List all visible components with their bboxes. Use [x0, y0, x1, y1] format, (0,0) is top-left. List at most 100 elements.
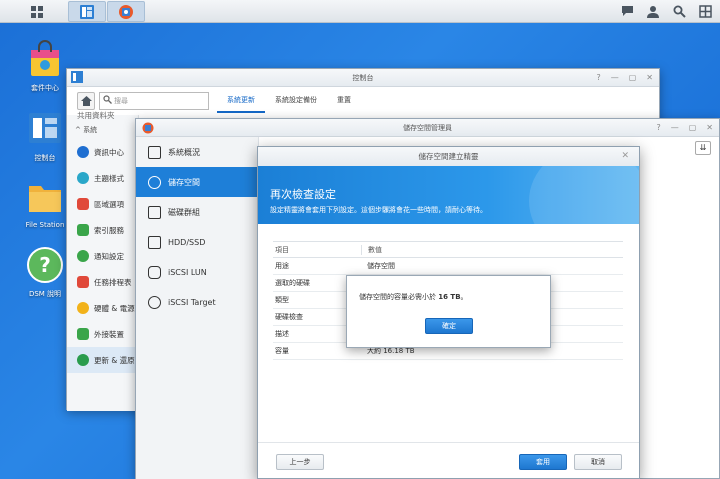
control-panel-icon: [71, 71, 83, 83]
volume-icon: [148, 175, 161, 189]
nav-hdd-ssd[interactable]: HDD/SSD: [136, 227, 258, 257]
storage-manager-icon: [119, 4, 133, 19]
control-panel-icon: [80, 4, 94, 19]
sidebar-item-label: 更新 & 還原: [94, 355, 135, 365]
overview-icon: [148, 145, 161, 159]
close-icon[interactable]: ✕: [646, 69, 653, 87]
nav-disk-group[interactable]: 磁碟群組: [136, 197, 258, 227]
sidebar-item-partial[interactable]: 共用資料夾: [67, 109, 138, 121]
user-icon[interactable]: [644, 2, 662, 20]
apply-button[interactable]: 套用: [519, 454, 567, 470]
main-menu-button[interactable]: [18, 1, 56, 22]
nav-iscsi-target[interactable]: iSCSI Target: [136, 287, 258, 317]
chat-icon[interactable]: [618, 2, 636, 20]
sidebar-item-indexing[interactable]: 索引服務: [67, 217, 138, 243]
window-titlebar[interactable]: 儲存空間管理員 ? — ▢ ✕: [136, 119, 719, 137]
help-window-icon[interactable]: ?: [596, 69, 600, 87]
minimize-icon[interactable]: —: [671, 119, 679, 137]
maximize-icon[interactable]: ▢: [689, 119, 697, 137]
window-title: 控制台: [352, 74, 374, 82]
sidebar-item-label: 主題樣式: [94, 173, 124, 183]
home-button[interactable]: [77, 92, 95, 110]
alert-message-prefix: 儲存空間的容量必需小於: [359, 293, 439, 301]
wizard-footer: 上一步 套用 取消: [258, 442, 639, 478]
search-icon: [103, 95, 112, 104]
maximize-icon[interactable]: ▢: [629, 69, 637, 87]
back-button[interactable]: 上一步: [276, 454, 324, 470]
alert-message: 儲存空間的容量必需小於 16 TB。: [359, 292, 468, 302]
sidebar-item-hardware-power[interactable]: 硬體 & 電源: [67, 295, 138, 321]
tab-system-update[interactable]: 系統更新: [217, 89, 265, 113]
chevron-up-icon: ^: [75, 126, 84, 134]
hdd-icon: [148, 235, 161, 249]
nav-label: iSCSI Target: [168, 297, 216, 307]
nav-overview[interactable]: 系統概況: [136, 137, 258, 167]
capacity-alert-dialog: 儲存空間的容量必需小於 16 TB。 確定: [346, 275, 551, 348]
index-icon: [77, 224, 89, 236]
external-device-icon: [77, 328, 89, 340]
wizard-banner: 再次檢查設定 設定精靈將會套用下列設定。這個步驟將會花一些時間，請耐心等待。: [258, 166, 639, 224]
tab-config-backup[interactable]: 系統設定備份: [265, 89, 327, 113]
lightbulb-icon: [77, 302, 89, 314]
nav-label: 儲存空間: [168, 177, 200, 187]
sidebar-item-update-restore[interactable]: 更新 & 還原: [67, 347, 138, 373]
sidebar-item-notification[interactable]: 通知設定: [67, 243, 138, 269]
tab-reset[interactable]: 重置: [327, 89, 361, 113]
close-icon[interactable]: ✕: [621, 147, 629, 166]
sidebar-item-label: 區域選項: [94, 199, 124, 209]
ok-button[interactable]: 確定: [425, 318, 473, 334]
control-panel-tabs: 系統更新 系統設定備份 重置: [217, 89, 361, 113]
taskbar-control-panel-button[interactable]: [68, 1, 106, 22]
cancel-button[interactable]: 取消: [574, 454, 622, 470]
column-header-item[interactable]: 項目: [273, 245, 361, 255]
storage-manager-sidebar: 系統概況 儲存空間 磁碟群組 HDD/SSD iSCSI LUN iSCSI T…: [136, 137, 259, 479]
clock-icon: [77, 198, 89, 210]
svg-text:?: ?: [39, 253, 51, 277]
control-panel-toolbar: 搜尋 系統更新 系統設定備份 重置: [67, 87, 659, 115]
folder-icon: [29, 186, 61, 212]
sidebar-item-label: 通知設定: [94, 251, 124, 261]
close-icon[interactable]: ✕: [706, 119, 713, 137]
palette-icon: [77, 172, 89, 184]
sidebar-section-system[interactable]: ^ 系統: [67, 121, 138, 139]
sort-filter-button[interactable]: ⇊: [695, 141, 711, 155]
refresh-icon: [77, 354, 89, 366]
storage-manager-icon: [142, 122, 154, 134]
sidebar-item-info-center[interactable]: 資訊中心: [67, 139, 138, 165]
sidebar-item-task-scheduler[interactable]: 任務排程表: [67, 269, 138, 295]
table-row: 用途 儲存空間: [273, 258, 623, 275]
window-titlebar[interactable]: 控制台 ? — ▢ ✕: [67, 69, 659, 87]
disk-group-icon: [148, 205, 161, 219]
taskbar-storage-manager-button[interactable]: [107, 1, 145, 22]
window-title: 儲存空間管理員: [403, 124, 452, 132]
wizard-titlebar[interactable]: 儲存空間建立精靈 ✕: [258, 147, 639, 166]
sidebar-item-regional[interactable]: 區域選項: [67, 191, 138, 217]
control-panel-icon: [29, 113, 61, 143]
minimize-icon[interactable]: —: [611, 69, 619, 87]
sidebar-item-external-devices[interactable]: 外接裝置: [67, 321, 138, 347]
database-icon: [148, 265, 161, 279]
control-panel-sidebar: 共用資料夾 ^ 系統 資訊中心 主題樣式 區域選項 索引服務 通知設定 任務排程…: [67, 111, 139, 411]
sidebar-item-label: 任務排程表: [94, 277, 132, 287]
chat-bubble-icon: [77, 250, 89, 262]
column-header-value[interactable]: 數值: [361, 244, 623, 255]
row-item: 用途: [275, 262, 289, 270]
globe-icon: [148, 295, 161, 309]
nav-label: 磁碟群組: [168, 207, 200, 217]
sidebar-item-theme[interactable]: 主題樣式: [67, 165, 138, 191]
search-input[interactable]: 搜尋: [99, 92, 209, 110]
alert-message-suffix: 。: [460, 293, 468, 301]
widgets-icon[interactable]: [696, 2, 714, 20]
wizard-title: 儲存空間建立精靈: [418, 152, 479, 161]
nav-volume[interactable]: 儲存空間: [136, 167, 258, 197]
table-header: 項目 數值: [273, 241, 623, 258]
sidebar-item-label: 索引服務: [94, 225, 124, 235]
row-value: 儲存空間: [367, 262, 395, 270]
search-icon[interactable]: [670, 2, 688, 20]
sidebar-item-label: 資訊中心: [94, 147, 124, 157]
shopping-bag-icon: [31, 40, 59, 76]
sidebar-item-label: 外接裝置: [94, 329, 124, 339]
nav-iscsi-lun[interactable]: iSCSI LUN: [136, 257, 258, 287]
nav-label: iSCSI LUN: [168, 267, 207, 277]
help-window-icon[interactable]: ?: [656, 119, 660, 137]
